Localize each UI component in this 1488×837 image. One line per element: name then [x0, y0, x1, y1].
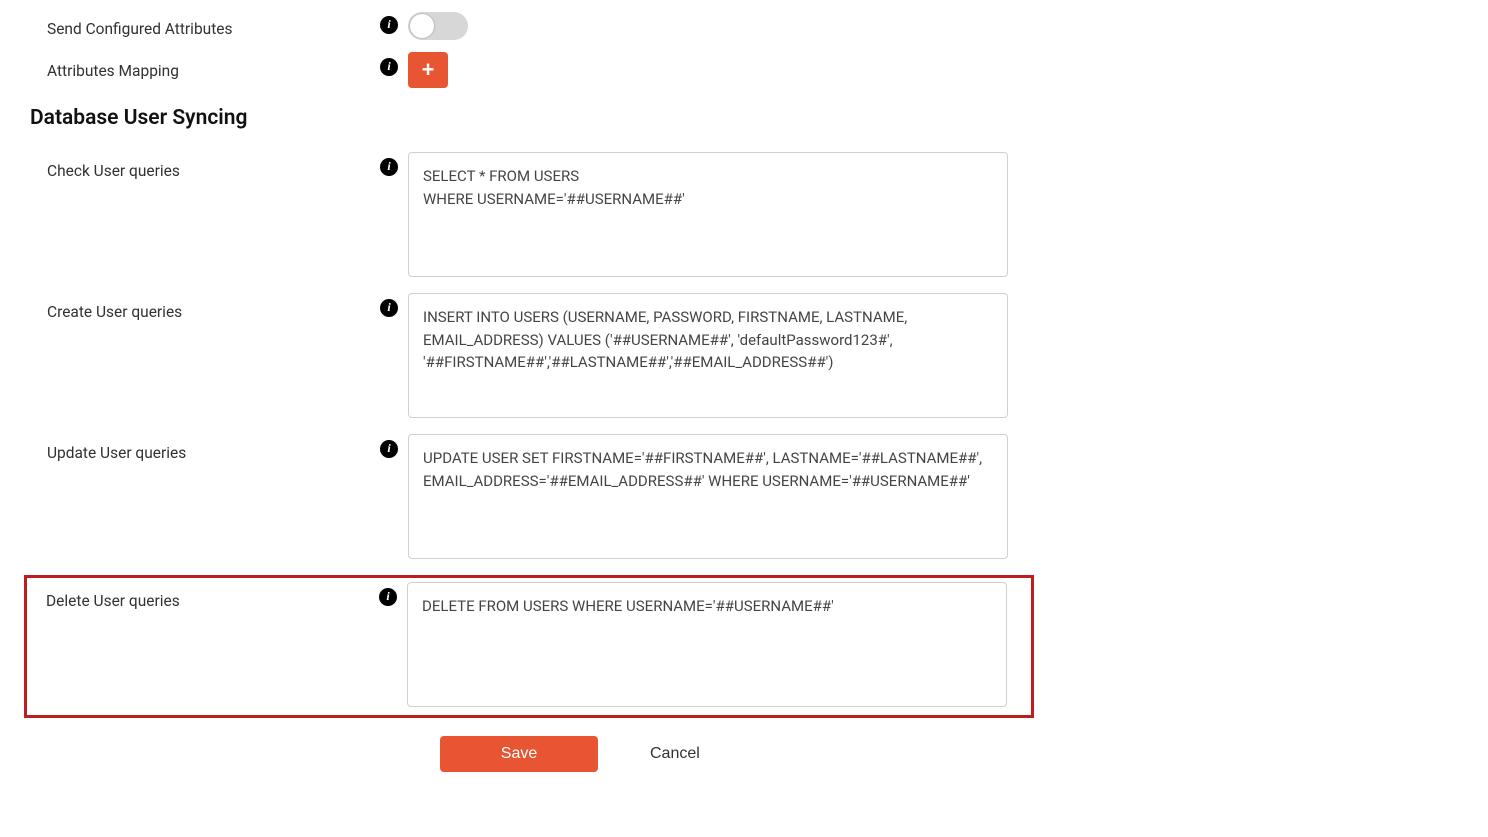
send-configured-attributes-row: Send Configured Attributes i	[30, 10, 1458, 40]
update-user-queries-input[interactable]	[408, 434, 1008, 559]
info-icon[interactable]: i	[380, 440, 398, 458]
create-user-queries-input[interactable]	[408, 293, 1008, 418]
info-icon[interactable]: i	[380, 58, 398, 76]
create-user-queries-label: Create User queries	[30, 293, 380, 321]
check-user-queries-input[interactable]	[408, 152, 1008, 277]
save-button[interactable]: Save	[440, 736, 598, 772]
toggle-knob	[410, 14, 434, 38]
info-icon[interactable]: i	[380, 16, 398, 34]
create-user-queries-row: Create User queries i	[30, 293, 1458, 422]
attributes-mapping-label: Attributes Mapping	[30, 52, 380, 80]
send-configured-attributes-toggle[interactable]	[408, 12, 468, 40]
database-user-syncing-heading: Database User Syncing	[30, 106, 1458, 130]
delete-user-queries-input[interactable]	[407, 582, 1007, 707]
check-user-queries-row: Check User queries i	[30, 152, 1458, 281]
attributes-mapping-row: Attributes Mapping i +	[30, 52, 1458, 88]
update-user-queries-row: Update User queries i	[30, 434, 1458, 563]
info-icon[interactable]: i	[379, 588, 397, 606]
add-attribute-mapping-button[interactable]: +	[408, 52, 448, 88]
action-button-row: Save Cancel	[440, 736, 1458, 772]
cancel-button[interactable]: Cancel	[650, 745, 700, 763]
update-user-queries-label: Update User queries	[30, 434, 380, 462]
delete-user-queries-label: Delete User queries	[31, 582, 379, 610]
info-icon[interactable]: i	[380, 299, 398, 317]
info-icon[interactable]: i	[380, 158, 398, 176]
delete-user-queries-row-highlighted: Delete User queries i	[24, 575, 1034, 718]
check-user-queries-label: Check User queries	[30, 152, 380, 180]
send-configured-attributes-label: Send Configured Attributes	[30, 10, 380, 38]
